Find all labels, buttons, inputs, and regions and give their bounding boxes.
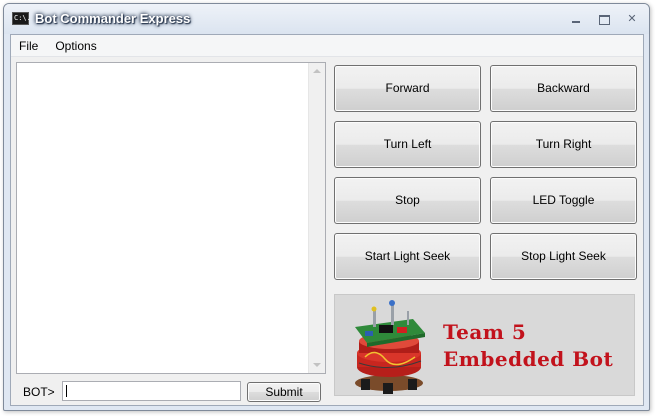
close-icon[interactable]: ✕ <box>625 13 639 25</box>
led-toggle-button[interactable]: LED Toggle <box>490 177 637 224</box>
caption-buttons: ✕ <box>569 13 639 25</box>
backward-button[interactable]: Backward <box>490 65 637 112</box>
vertical-scrollbar[interactable] <box>308 63 325 373</box>
command-input[interactable] <box>62 381 241 401</box>
turn-right-button[interactable]: Turn Right <box>490 121 637 168</box>
scroll-down-arrow-icon[interactable] <box>309 357 325 373</box>
window-title: Bot Commander Express <box>35 11 191 26</box>
menu-file[interactable]: File <box>11 35 47 57</box>
bot-prompt-label: BOT> <box>23 385 55 399</box>
banner-subtitle: Embedded Bot <box>443 347 614 371</box>
banner-text: Team 5 Embedded Bot <box>441 319 631 373</box>
team-banner-image: Team 5 Embedded Bot <box>334 294 635 396</box>
title-bar[interactable]: C:\. Bot Commander Express ✕ <box>4 4 649 34</box>
output-console[interactable] <box>16 62 326 374</box>
start-light-seek-button[interactable]: Start Light Seek <box>334 233 481 280</box>
app-window: C:\. Bot Commander Express ✕ File Option… <box>3 3 650 411</box>
minimize-icon[interactable] <box>569 13 583 25</box>
maximize-icon[interactable] <box>597 13 611 25</box>
client-area: File Options BOT> Submit Forward Backwar… <box>10 34 644 406</box>
menu-bar: File Options <box>11 35 643 57</box>
console-app-icon[interactable]: C:\. <box>12 12 31 25</box>
stop-button[interactable]: Stop <box>334 177 481 224</box>
turn-left-button[interactable]: Turn Left <box>334 121 481 168</box>
scroll-up-arrow-icon[interactable] <box>309 63 325 79</box>
forward-button[interactable]: Forward <box>334 65 481 112</box>
stop-light-seek-button[interactable]: Stop Light Seek <box>490 233 637 280</box>
menu-options[interactable]: Options <box>47 35 105 57</box>
submit-button[interactable]: Submit <box>247 382 321 402</box>
banner-team-name: Team 5 <box>443 320 527 344</box>
robot-photo <box>355 300 425 394</box>
